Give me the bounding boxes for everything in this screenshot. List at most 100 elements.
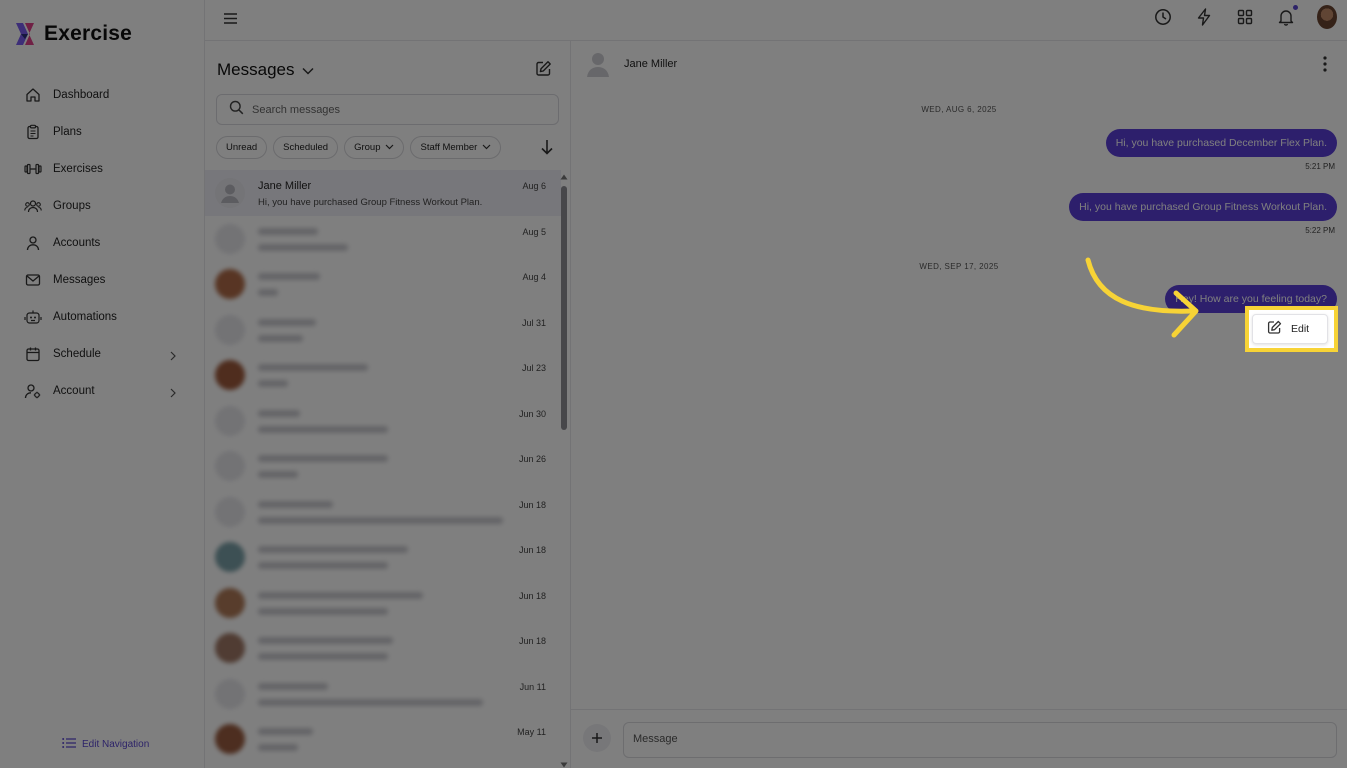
conversation-preview-redacted [258, 561, 388, 572]
conversation-date: Aug 5 [522, 226, 546, 237]
sidebar-item-account[interactable]: Account [0, 372, 204, 409]
filter-label: Unread [226, 142, 258, 153]
clipboard-icon [24, 123, 42, 141]
message-text: Hi, you have purchased Group Fitness Wor… [1079, 201, 1327, 213]
filter-group[interactable]: Group [344, 136, 405, 159]
page-title: Messages [217, 60, 295, 79]
filter-scheduled[interactable]: Scheduled [273, 136, 339, 159]
conversation-name: Jane Miller [258, 180, 312, 192]
sidebar-item-label: Messages [53, 273, 106, 286]
sidebar-item-label: Accounts [53, 236, 101, 249]
search-field[interactable] [216, 94, 559, 125]
sidebar-item-automations[interactable]: Automations [0, 298, 204, 335]
conversation-name-redacted [258, 408, 300, 420]
search-input[interactable] [252, 103, 542, 116]
conversation-name-redacted [258, 453, 388, 465]
sidebar-item-accounts[interactable]: Accounts [0, 224, 204, 261]
message-input[interactable] [623, 722, 1337, 758]
scroll-down-icon [560, 762, 568, 768]
scrollbar[interactable] [560, 174, 568, 768]
conversation-date: Jun 18 [518, 545, 546, 555]
conversation-row[interactable]: Jun 18 [205, 489, 561, 535]
conversation-row[interactable]: Aug 4 [205, 261, 561, 307]
message-text: Hi, you have purchased December Flex Pla… [1115, 137, 1327, 149]
conversation-row[interactable]: Jun 26 [205, 443, 561, 489]
brand[interactable]: Exercise [14, 22, 132, 46]
conversation-preview-redacted [258, 334, 303, 345]
apps-grid-icon[interactable] [1235, 7, 1255, 27]
avatar [215, 496, 245, 527]
message-composer [571, 709, 1347, 768]
message-bubble[interactable]: Hi, you have purchased Group Fitness Wor… [1069, 193, 1337, 221]
calendar-icon [24, 345, 42, 363]
conversation-row[interactable]: Jun 18 [205, 534, 561, 580]
conversation-name-redacted [258, 499, 333, 511]
brand-logo-icon [14, 22, 36, 46]
sidebar-item-label: Schedule [53, 347, 101, 360]
conversation-row[interactable]: Jul 23 [205, 352, 561, 398]
sidebar-item-label: Plans [53, 125, 82, 138]
avatar [1317, 5, 1337, 29]
filter-staff-member[interactable]: Staff Member [410, 136, 502, 159]
conversation-date: Jun 18 [518, 636, 546, 646]
avatar [215, 451, 245, 481]
clock-icon[interactable] [1153, 7, 1173, 27]
conversation-date: Aug 6 [522, 181, 546, 191]
filter-label: Staff Member [420, 142, 478, 153]
conversation-row[interactable]: Jun 30 [205, 398, 561, 444]
hamburger-menu-icon[interactable] [223, 12, 238, 30]
lightning-icon[interactable] [1194, 7, 1214, 27]
conversation-date: Jul 31 [521, 317, 546, 328]
conversation-date: Jun 30 [518, 408, 546, 419]
sidebar-item-plans[interactable]: Plans [0, 113, 204, 150]
scroll-up-icon [560, 174, 568, 180]
users-icon [24, 197, 42, 215]
add-attachment-button[interactable] [583, 724, 611, 752]
sidebar-item-messages[interactable]: Messages [0, 261, 204, 298]
conversation-row[interactable]: Jul 31 [205, 307, 561, 353]
sidebar-item-label: Exercises [53, 162, 103, 175]
sidebar-item-dashboard[interactable]: Dashboard [0, 76, 204, 113]
conversation-row[interactable]: Jun 18 [205, 625, 561, 671]
contact-name: Jane Miller [624, 58, 678, 70]
conversation-panel: Jane Miller WED, AUG 6, 2025 Hi, you hav… [571, 41, 1347, 768]
conversation-date: Jul 23 [521, 363, 546, 373]
scrollbar-thumb[interactable] [561, 186, 567, 430]
messages-list-panel: Messages Unread Scheduled Group Staff Me… [205, 41, 571, 768]
sidebar-item-label: Automations [53, 310, 117, 323]
bell-icon[interactable] [1276, 5, 1298, 27]
chevron-down-icon [302, 60, 315, 80]
conversation-name-redacted [258, 317, 316, 329]
messages-title-dropdown[interactable]: Messages [217, 60, 315, 80]
conversation-name-redacted [258, 726, 313, 738]
message-bubble[interactable]: Hi, you have purchased December Flex Pla… [1105, 129, 1337, 157]
sort-arrow-down-icon[interactable] [540, 139, 554, 160]
filter-unread[interactable]: Unread [216, 136, 268, 159]
more-options-icon[interactable] [1323, 56, 1327, 77]
message-time: 5:21 PM [1305, 162, 1335, 171]
chevron-down-icon [385, 142, 394, 153]
conversation-row-selected[interactable]: Jane Miller Hi, you have purchased Group… [205, 170, 561, 216]
edit-icon [1267, 320, 1282, 338]
search-icon [229, 100, 244, 120]
conversation-preview-redacted [258, 743, 298, 754]
conversation-preview-redacted [258, 288, 278, 299]
conversation-row[interactable]: Jun 18 [205, 580, 561, 626]
conversation-date: Jun 26 [518, 454, 546, 464]
sidebar-item-schedule[interactable]: Schedule [0, 335, 204, 372]
sidebar-item-label: Dashboard [53, 88, 110, 101]
avatar [215, 360, 245, 390]
conversation-row[interactable]: Jun 11 [205, 671, 561, 717]
callout-arrow [1085, 257, 1199, 338]
conversation-row[interactable]: Aug 5 [205, 216, 561, 262]
robot-icon [24, 308, 42, 326]
sidebar-item-label: Groups [53, 199, 91, 212]
edit-message-button[interactable]: Edit [1252, 314, 1328, 344]
conversation-row[interactable]: May 11 [205, 716, 561, 762]
date-separator: WED, AUG 6, 2025 [921, 105, 997, 114]
compose-icon[interactable] [535, 60, 552, 82]
user-avatar[interactable] [1317, 5, 1337, 29]
edit-navigation-button[interactable]: Edit Navigation [62, 737, 149, 752]
sidebar-item-exercises[interactable]: Exercises [0, 150, 204, 187]
sidebar-item-groups[interactable]: Groups [0, 187, 204, 224]
